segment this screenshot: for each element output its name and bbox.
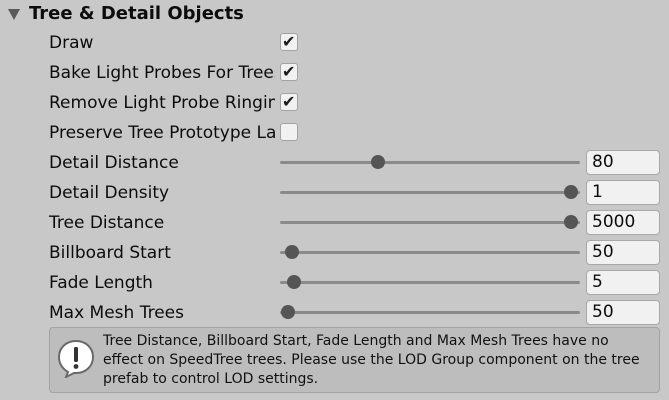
row-preserve-tree-prototype: Preserve Tree Prototype Layers — [0, 118, 669, 148]
detail-density-field[interactable]: 1 — [586, 180, 660, 205]
fade-length-field[interactable]: 5 — [586, 270, 660, 295]
detail-distance-slider-track[interactable] — [280, 161, 580, 164]
row-draw: Draw ✔ — [0, 28, 669, 58]
section-header[interactable]: Tree & Detail Objects — [0, 0, 669, 30]
tree-distance-slider-track[interactable] — [280, 221, 580, 224]
field-label: Tree Distance — [49, 213, 165, 233]
billboard-start-slider-thumb[interactable] — [285, 245, 299, 259]
row-fade-length: Fade Length 5 — [0, 268, 669, 298]
row-billboard-start: Billboard Start 50 — [0, 238, 669, 268]
billboard-start-field[interactable]: 50 — [586, 240, 660, 265]
info-speech-bubble-icon — [57, 339, 95, 378]
bake-light-probes-checkbox[interactable]: ✔ — [280, 62, 298, 81]
row-max-mesh-trees: Max Mesh Trees 50 — [0, 298, 669, 328]
foldout-expanded-icon[interactable] — [8, 9, 20, 20]
field-label: Detail Distance — [49, 153, 179, 173]
section-title: Tree & Detail Objects — [29, 3, 244, 24]
checkmark-icon: ✔ — [282, 32, 296, 51]
max-mesh-trees-field[interactable]: 50 — [586, 300, 660, 325]
tree-distance-field[interactable]: 5000 — [586, 210, 660, 235]
detail-density-slider-thumb[interactable] — [564, 185, 578, 199]
help-box: Tree Distance, Billboard Start, Fade Len… — [49, 327, 660, 393]
checkmark-icon: ✔ — [282, 92, 296, 111]
fade-length-slider-thumb[interactable] — [286, 275, 301, 289]
max-mesh-trees-slider-track[interactable] — [280, 311, 580, 314]
field-label: Billboard Start — [49, 243, 171, 263]
field-label: Max Mesh Trees — [49, 303, 184, 323]
billboard-start-slider-track[interactable] — [280, 251, 580, 254]
help-message: Tree Distance, Billboard Start, Fade Len… — [103, 333, 640, 387]
tree-distance-slider-thumb[interactable] — [564, 215, 578, 229]
field-label: Remove Light Probe Ringing — [49, 93, 275, 113]
field-label: Bake Light Probes For Trees — [49, 63, 275, 83]
row-tree-distance: Tree Distance 5000 — [0, 208, 669, 238]
field-label: Preserve Tree Prototype Layers — [49, 123, 275, 143]
draw-checkbox[interactable]: ✔ — [280, 32, 298, 51]
preserve-tree-prototype-checkbox[interactable] — [280, 123, 298, 141]
row-detail-density: Detail Density 1 — [0, 178, 669, 208]
field-label: Fade Length — [49, 273, 153, 293]
detail-distance-slider-thumb[interactable] — [370, 155, 385, 169]
remove-light-probe-ringing-checkbox[interactable]: ✔ — [280, 92, 298, 111]
checkmark-icon: ✔ — [282, 62, 296, 81]
detail-distance-field[interactable]: 80 — [586, 150, 660, 175]
row-bake-light-probes: Bake Light Probes For Trees ✔ — [0, 58, 669, 88]
max-mesh-trees-slider-thumb[interactable] — [280, 305, 295, 319]
detail-density-slider-track[interactable] — [280, 191, 580, 194]
field-label: Detail Density — [49, 183, 170, 203]
field-label: Draw — [49, 33, 94, 53]
fade-length-slider-track[interactable] — [280, 281, 580, 284]
row-remove-light-probe-ringing: Remove Light Probe Ringing ✔ — [0, 88, 669, 118]
row-detail-distance: Detail Distance 80 — [0, 148, 669, 178]
